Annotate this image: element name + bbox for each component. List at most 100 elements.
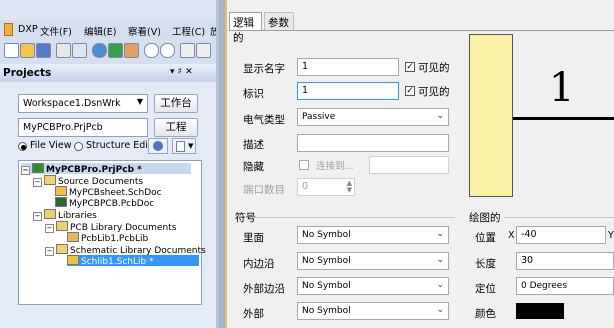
chevron-down-icon: ⌄ [436,280,444,290]
label-display-name: 显示名字 [243,63,285,75]
zoom-in-icon[interactable] [144,43,159,58]
projects-panel-header: Projects ▾ ♯ ✕ [0,64,219,82]
radio-dot [21,145,26,150]
tree-item-source-documents[interactable]: − Source Documents [33,175,143,187]
schematic-library-icon [67,255,79,265]
project-tree: − MyPCBPro.PrjPcb * − Source Documents MyP… [18,160,206,305]
tab-parameters[interactable]: 参数 [264,12,294,30]
tree-item-pcblib[interactable]: PcbLib1.PcbLib [67,232,148,244]
pin-preview-line [513,117,614,120]
chevron-down-icon: ▼ [188,142,194,150]
designator-visible-checkbox[interactable]: ✓ [405,86,415,96]
tab-logical[interactable]: 逻辑的 [229,12,262,44]
display-name-input[interactable]: 1 [297,58,399,76]
cut-icon[interactable] [180,43,195,58]
menu-view[interactable]: 察看(V) [128,24,161,38]
designator-input[interactable]: 1 [297,82,399,100]
chevron-down-icon: ⌄ [436,229,444,239]
radio-file-view[interactable] [18,142,27,151]
hide-checkbox[interactable] [299,160,309,170]
inside-symbol-select[interactable]: No Symbol ⌄ [297,226,449,244]
description-input[interactable] [297,134,449,152]
gear-icon [153,141,163,151]
menu-dxp[interactable]: DXP [18,24,38,35]
menu-edit[interactable]: 编辑(E) [84,24,116,38]
grip-icon [4,23,13,36]
connect-to-label: 连接到... [316,161,354,172]
outside-symbol-select[interactable]: No Symbol ⌄ [297,302,449,320]
folder-icon [56,221,68,231]
electrical-type-select[interactable]: Passive ⌄ [297,108,449,126]
location-x-input[interactable]: -40 [516,226,606,244]
save-icon[interactable] [36,43,51,58]
pcb-doc-icon [55,197,67,207]
menu-project[interactable]: 工程(C) [172,24,205,38]
zoom-out-icon[interactable] [160,43,175,58]
label-inside-edge: 内边沿 [243,258,275,270]
collapse-icon[interactable]: − [33,212,42,221]
graphical-group-line [504,217,614,218]
tree-item-schdoc[interactable]: MyPCBsheet.SchDoc [55,186,162,198]
library-icon[interactable] [124,43,139,58]
document-menu-button[interactable]: ▼ [172,138,196,154]
panel-controls[interactable]: ▾ ♯ ✕ [170,67,193,77]
print-icon[interactable] [56,43,71,58]
folder-icon [44,209,56,219]
label-port-count: 端口数目 [243,184,285,196]
graphical-group-title: 绘图的 [469,212,501,224]
component-icon[interactable] [108,43,123,58]
label-hide: 隐藏 [243,161,264,173]
inside-edge-value: No Symbol [302,256,351,266]
workspace-combo-value: Workspace1.DsnWrk [23,98,121,109]
outside-symbol-value: No Symbol [302,306,351,316]
electrical-type-value: Passive [302,112,336,122]
label-outside-edge: 外部边沿 [243,283,285,295]
tree-item-label: MyPCBPCB.PcbDoc [69,199,155,209]
project-icon [32,163,44,173]
open-folder-icon[interactable] [20,43,35,58]
tree-item-libraries[interactable]: − Libraries [33,209,97,221]
copy-icon[interactable] [196,43,211,58]
tree-item-label: Libraries [58,211,97,221]
new-document-icon[interactable] [4,43,19,58]
display-name-visible-checkbox[interactable]: ✓ [405,62,415,72]
length-input[interactable]: 30 [516,252,614,270]
tree-item-pcb-library-documents[interactable]: − PCB Library Documents [45,221,176,233]
designator-visible-label: 可见的 [418,86,450,98]
tree-item-pcbdoc[interactable]: MyPCBPCB.PcbDoc [55,197,155,209]
tree-item-schematic-library-documents[interactable]: − Schematic Library Documents [45,244,206,256]
print-preview-icon[interactable] [72,43,87,58]
menu-file[interactable]: 文件(F) [40,24,72,38]
project-settings-button[interactable] [148,138,168,154]
label-outside: 外部 [243,308,264,320]
pin-preview-number: 1 [549,65,575,111]
folder-icon [44,175,56,185]
outside-edge-select[interactable]: No Symbol ⌄ [297,277,449,295]
spinner-icon: ▲ ▼ [346,179,352,194]
collapse-icon[interactable]: − [33,178,42,187]
display-name-visible-label: 可见的 [418,62,450,74]
orientation-value: 0 Degrees [521,281,568,291]
pcb-library-icon [67,232,79,242]
workspace-combo[interactable]: Workspace1.DsnWrk ▼ [18,94,148,113]
project-field[interactable]: MyPCBPro.PrjPcb [18,118,148,137]
collapse-icon[interactable]: − [21,166,30,175]
project-button[interactable]: 工程 [154,118,198,137]
label-orientation: 定位 [475,283,496,295]
tree-item-schlib[interactable]: Schlib1.SchLib * [67,255,199,267]
view-file-label[interactable]: File View [30,140,71,151]
tab-divider [229,30,614,31]
label-description: 描述 [243,139,264,151]
orientation-select[interactable]: 0 Degrees [516,277,614,295]
workspace-button[interactable]: 工作台 [154,94,198,113]
inside-edge-select[interactable]: No Symbol ⌄ [297,252,449,270]
tree-item-project[interactable]: − MyPCBPro.PrjPcb * [21,163,191,175]
collapse-icon[interactable]: − [45,224,54,233]
label-electrical-type: 电气类型 [243,114,285,126]
color-swatch[interactable] [516,303,564,319]
tree-item-label: MyPCBPro.PrjPcb * [46,165,142,175]
radio-structure-editor[interactable] [74,142,83,151]
collapse-icon[interactable]: − [45,247,54,256]
browse-icon[interactable] [92,43,107,58]
port-count-input: 0 ▲ ▼ [297,178,355,196]
